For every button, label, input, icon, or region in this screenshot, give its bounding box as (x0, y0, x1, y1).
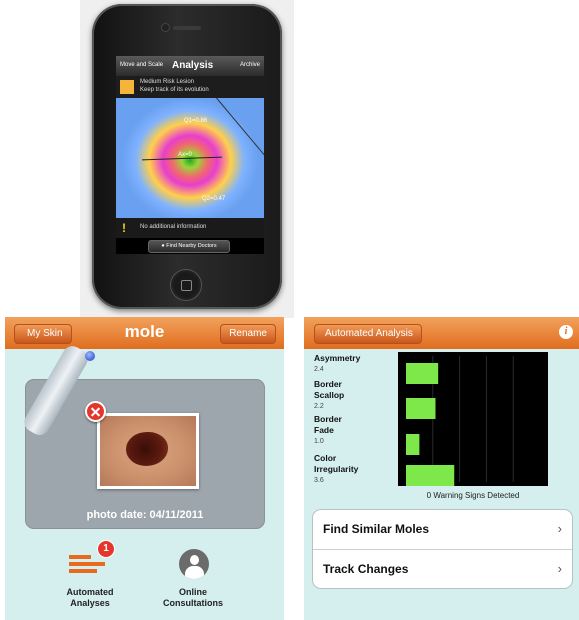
find-doctors-button[interactable]: ● Find Nearby Doctors (148, 240, 230, 253)
chart-bar-color-irregularity (406, 465, 455, 486)
metric-name: Color (314, 453, 337, 463)
risk-advice-text: Keep track of its evolution (140, 87, 209, 93)
automated-analyses-label-line2: Analyses (70, 598, 110, 608)
metric-value: 1.0 (314, 438, 324, 445)
find-similar-moles-row[interactable]: Find Similar Moles › (313, 510, 572, 549)
metric-name-line2: Scallop (314, 390, 345, 400)
track-changes-row[interactable]: Track Changes › (313, 549, 572, 589)
phone-nav-title: Analysis (172, 60, 214, 71)
phone-nav-bar: Move and Scale Analysis Archive (116, 56, 264, 76)
metric-border-fade: Border Fade 1.0 (314, 414, 342, 445)
metric-value: 2.4 (314, 366, 324, 373)
metric-asymmetry: Asymmetry 2.4 (314, 353, 360, 373)
online-consultations-tile[interactable]: Online Consultations (148, 543, 238, 613)
find-similar-moles-label: Find Similar Moles (323, 522, 430, 536)
warning-icon: ! (122, 221, 126, 235)
photo-date: photo date: 04/11/2011 (86, 509, 204, 521)
metric-name-line2: Irregularity (314, 464, 359, 474)
info-icon[interactable]: i (559, 325, 573, 339)
chevron-right-icon: › (557, 521, 562, 536)
metric-name: Border (314, 379, 342, 389)
speaker-grille (173, 26, 201, 30)
info-bar: ! No additional information (116, 218, 264, 238)
mole-photo[interactable] (97, 413, 199, 489)
metric-name: Asymmetry (314, 353, 361, 363)
front-camera-icon (162, 24, 169, 31)
metric-name: Border (314, 414, 342, 424)
mole-lesion-image (126, 432, 168, 466)
automated-analysis-back-button[interactable]: Automated Analysis (314, 324, 422, 344)
chart-bar-border-fade (406, 434, 420, 455)
info-text: No additional information (140, 224, 207, 230)
online-consultations-label-line1: Online (178, 587, 207, 597)
risk-color-swatch (120, 80, 134, 94)
lesion-heatmap: Q1=0.86 Ax=0 Q2=0.47 (116, 97, 264, 218)
warning-summary: 0 Warning Signs Detected (426, 491, 520, 500)
heatmap-label-q2: Q2=0.47 (202, 196, 226, 202)
analysis-bar-chart (398, 352, 548, 486)
bar-chart-svg (406, 356, 514, 486)
online-consultations-label-line2: Consultations (163, 598, 223, 608)
delete-photo-icon[interactable] (85, 401, 106, 422)
chevron-right-icon: › (557, 561, 562, 576)
metric-value: 2.2 (314, 403, 324, 410)
mole-nav-bar: My Skin mole Rename (5, 317, 284, 349)
actions-group: Find Similar Moles › Track Changes › (312, 509, 573, 589)
rename-button[interactable]: Rename (220, 324, 276, 344)
automated-analyses-tile[interactable]: 1 Automated Analyses (45, 537, 135, 608)
move-scale-button[interactable]: Move and Scale (120, 62, 163, 68)
risk-level-text: Medium Risk Lesion (140, 79, 195, 85)
metric-value: 3.6 (314, 477, 324, 484)
home-button[interactable] (171, 270, 201, 300)
analyses-badge: 1 (97, 540, 115, 558)
pen-tip-light-icon (85, 351, 95, 361)
automated-analysis-screen: Automated Analysis i Asymmetry 2.4 Borde… (304, 317, 579, 620)
metric-name-line2: Fade (314, 425, 334, 435)
heatmap-label-center: Ax=0 (178, 152, 192, 158)
automated-analyses-label-line1: Automated (66, 587, 114, 597)
metric-color-irregularity: Color Irregularity 3.6 (314, 453, 358, 484)
analysis-nav-bar: Automated Analysis i (304, 317, 579, 349)
find-doctors-label: Find Nearby Doctors (166, 243, 217, 249)
metric-border-scallop: Border Scallop 2.2 (314, 379, 344, 410)
heatmap-label-q1: Q1=0.86 (184, 118, 208, 124)
risk-banner: Medium Risk Lesion Keep track of its evo… (116, 76, 264, 98)
chart-bar-asymmetry (406, 363, 439, 384)
phone-screen: Move and Scale Analysis Archive Medium R… (116, 56, 264, 254)
mole-detail-screen: My Skin mole Rename photo date: 04/11/20… (5, 317, 284, 620)
heatmap-axis-line (216, 97, 264, 191)
chart-bar-border-scallop (406, 398, 436, 419)
archive-button[interactable]: Archive (240, 62, 260, 68)
doctor-icon (179, 549, 209, 579)
track-changes-label: Track Changes (323, 562, 409, 576)
